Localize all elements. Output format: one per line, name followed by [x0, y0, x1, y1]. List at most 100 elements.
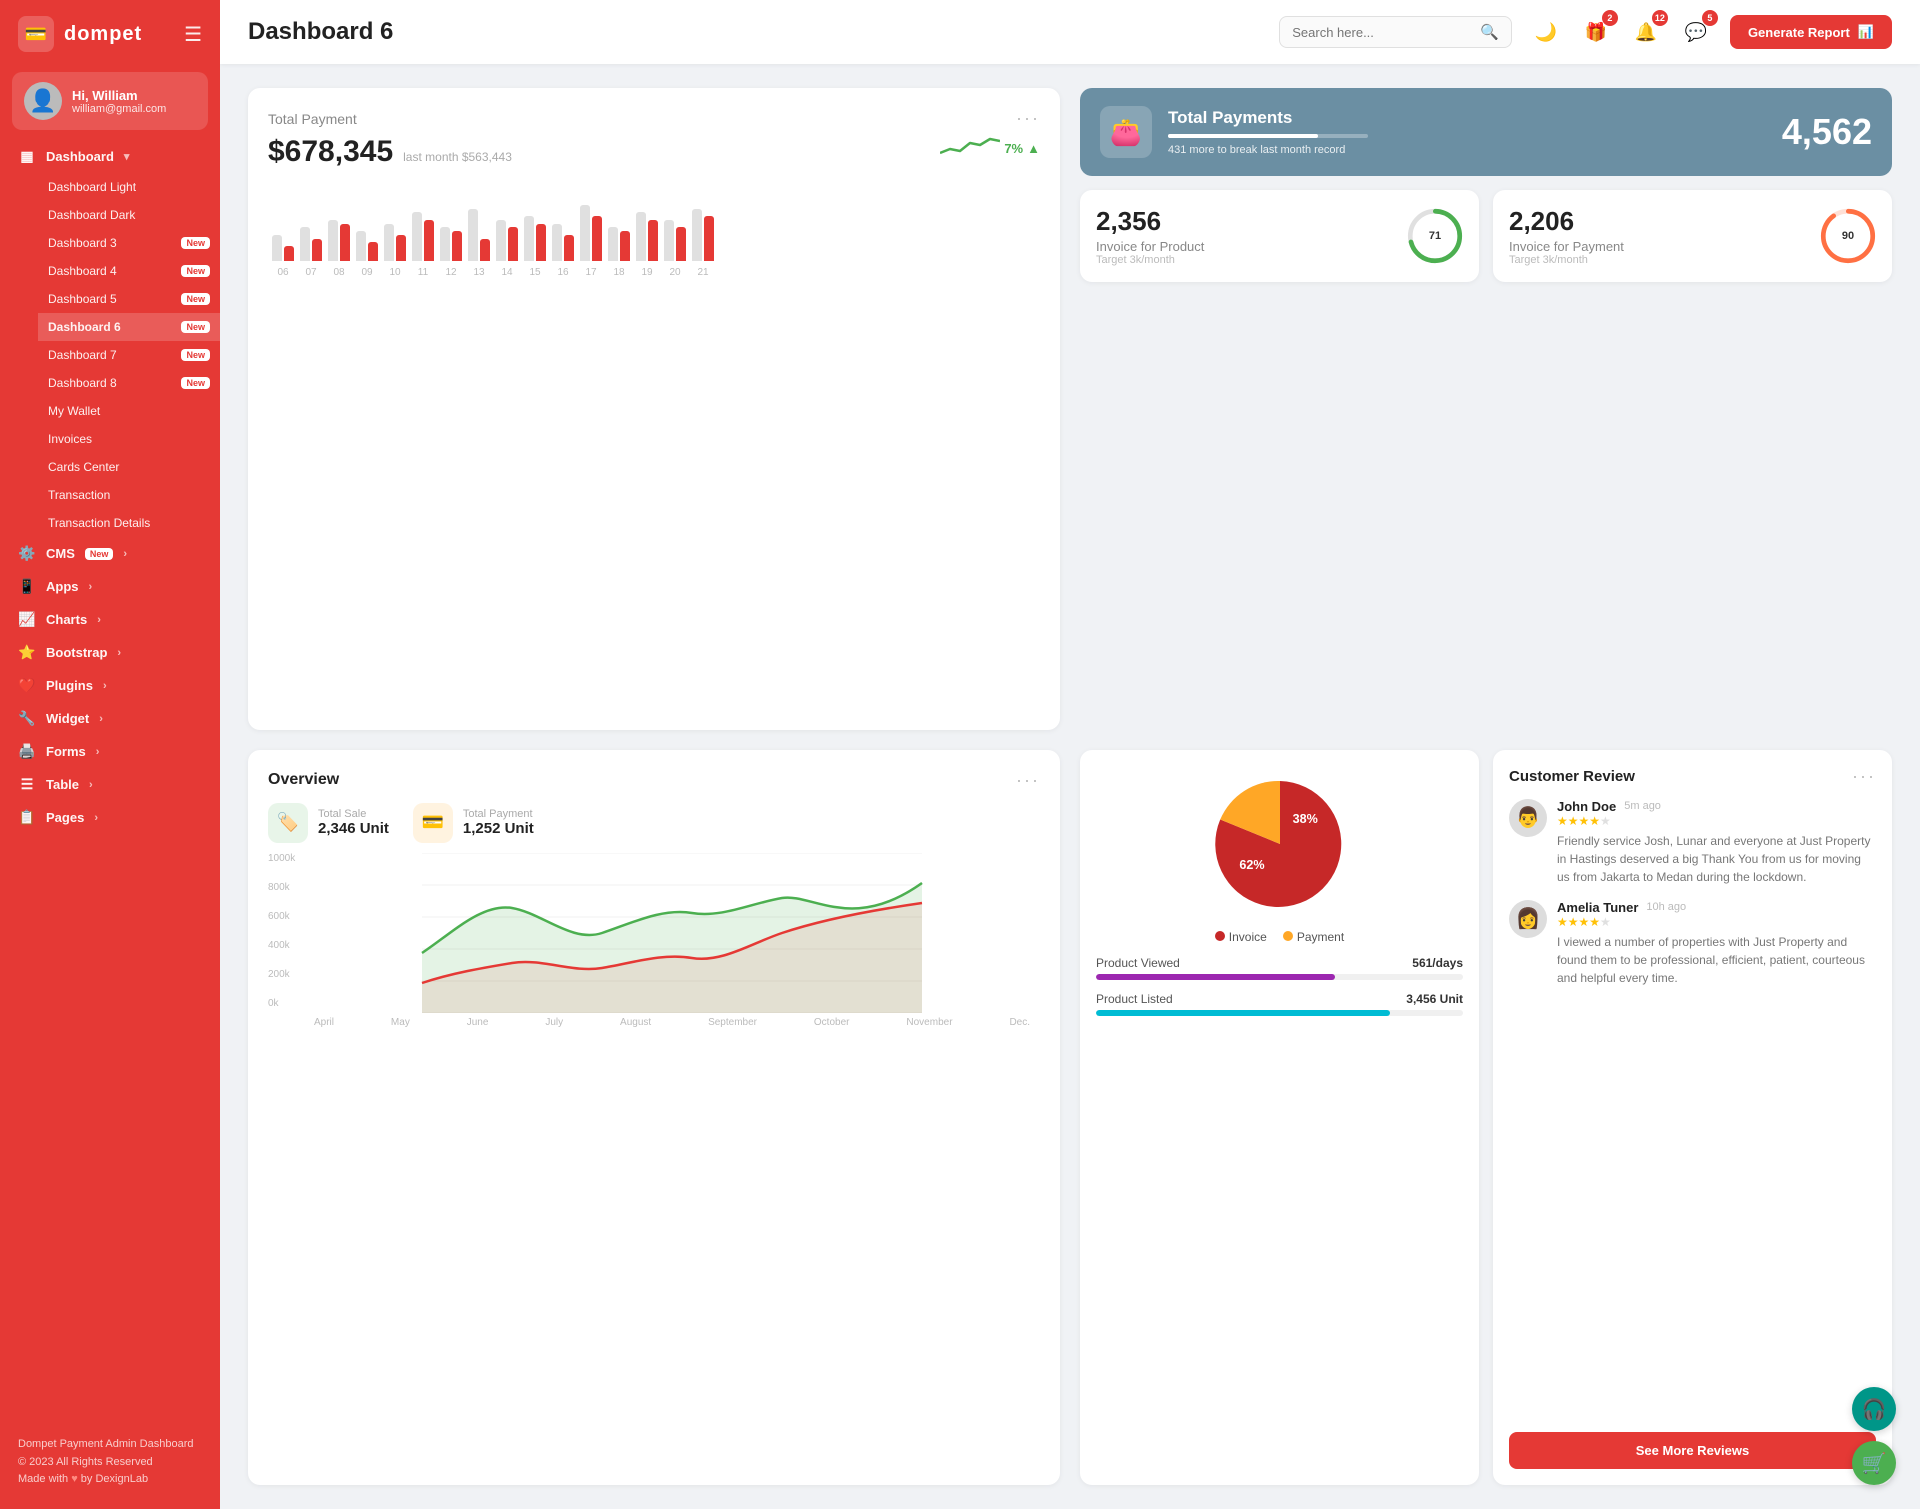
- card-header: Total Payment ···: [268, 108, 1040, 129]
- bar-gray: [440, 227, 450, 261]
- nav-bootstrap-group[interactable]: ⭐ Bootstrap ›: [0, 636, 220, 669]
- invoice-payment-number: 2,206: [1509, 206, 1624, 237]
- bar-group: [608, 227, 630, 261]
- bar-x-label: 07: [300, 267, 322, 278]
- bar-x-label: 15: [524, 267, 546, 278]
- bar-red: [284, 246, 294, 261]
- bar-group: [468, 209, 490, 262]
- bell-button[interactable]: 🔔 12: [1628, 14, 1664, 50]
- chat-button[interactable]: 💬 5: [1678, 14, 1714, 50]
- stat-pay-val: 1,252 Unit: [463, 820, 534, 837]
- nav-cms-group[interactable]: ⚙️ CMS New ›: [0, 537, 220, 570]
- nav-table-group[interactable]: ☰ Table ›: [0, 768, 220, 801]
- product-viewed-progress: [1096, 974, 1463, 980]
- main-content: Dashboard 6 🔍 🌙 🎁 2 🔔 12 💬 5 Generate R: [220, 0, 1920, 1509]
- nav-dashboard-group[interactable]: ▦ Dashboard ▾: [0, 140, 220, 173]
- moon-button[interactable]: 🌙: [1528, 14, 1564, 50]
- stat-pay-label: Total Payment: [463, 808, 534, 820]
- invoice-legend-dot: [1215, 931, 1225, 941]
- bar-red: [480, 239, 490, 262]
- review-menu-button[interactable]: ···: [1852, 766, 1876, 787]
- tp-info: Total Payments 431 more to break last mo…: [1168, 108, 1766, 156]
- new-badge: New: [85, 548, 114, 560]
- sidebar-item-my-wallet[interactable]: My Wallet: [38, 397, 220, 425]
- review-title-row: Customer Review ···: [1509, 766, 1876, 787]
- user-info: Hi, William william@gmail.com: [72, 88, 166, 115]
- bar-group: [440, 227, 462, 261]
- footer-copyright: © 2023 All Rights Reserved: [18, 1454, 202, 1472]
- bar-group: [412, 212, 434, 261]
- bar-labels: 06070809101112131415161718192021: [272, 267, 1036, 278]
- bar-group: [356, 231, 378, 261]
- nav-widget-group[interactable]: 🔧 Widget ›: [0, 702, 220, 735]
- nav-charts-group[interactable]: 📈 Charts ›: [0, 603, 220, 636]
- bar-red: [592, 216, 602, 261]
- reviewer-avatar-1: 👨: [1509, 799, 1547, 837]
- bar-red: [368, 242, 378, 261]
- dashboard-subnav: Dashboard Light Dashboard Dark Dashboard…: [0, 173, 220, 537]
- pie-chart-svg: 62% 38%: [1210, 774, 1350, 914]
- tp-sub: 431 more to break last month record: [1168, 144, 1766, 156]
- card-menu-button[interactable]: ···: [1016, 108, 1040, 129]
- bar-gray: [580, 205, 590, 261]
- dashboard-icon: ▦: [18, 148, 36, 165]
- see-more-reviews-button[interactable]: See More Reviews: [1509, 1432, 1876, 1469]
- nav-apps-group[interactable]: 📱 Apps ›: [0, 570, 220, 603]
- new-badge: New: [181, 293, 210, 305]
- nav-plugins-group[interactable]: ❤️ Plugins ›: [0, 669, 220, 702]
- payment-top: $678,345 last month $563,443 7% ▲: [268, 133, 1040, 169]
- total-payment-card: Total Payment ··· $678,345 last month $5…: [248, 88, 1060, 730]
- cart-float-button[interactable]: 🛒: [1852, 1441, 1896, 1485]
- reviewer-name-1: John Doe: [1557, 799, 1616, 814]
- sidebar-item-dashboard-3[interactable]: Dashboard 3 New: [38, 229, 220, 257]
- bottom-right-panel: 62% 38% Invoice Payment Product Viewed 5…: [1080, 750, 1892, 1486]
- sidebar-item-transaction[interactable]: Transaction: [38, 481, 220, 509]
- chevron-right-icon: ›: [123, 548, 127, 560]
- sidebar-item-transaction-details[interactable]: Transaction Details: [38, 509, 220, 537]
- generate-report-button[interactable]: Generate Report 📊: [1730, 15, 1892, 49]
- sidebar-item-dashboard-dark[interactable]: Dashboard Dark: [38, 201, 220, 229]
- sidebar-item-dashboard-4[interactable]: Dashboard 4 New: [38, 257, 220, 285]
- sidebar-item-invoices[interactable]: Invoices: [38, 425, 220, 453]
- sidebar-item-dashboard-5[interactable]: Dashboard 5 New: [38, 285, 220, 313]
- bar-red: [508, 227, 518, 261]
- stat-pay-info: Total Payment 1,252 Unit: [463, 808, 534, 837]
- nav-forms-group[interactable]: 🖨️ Forms ›: [0, 735, 220, 768]
- sidebar-item-dashboard-light[interactable]: Dashboard Light: [38, 173, 220, 201]
- tp-progress-bar: [1168, 134, 1368, 138]
- widget-icon: 🔧: [18, 710, 36, 727]
- sidebar-item-dashboard-6[interactable]: Dashboard 6 New: [38, 313, 220, 341]
- nav-pages-group[interactable]: 📋 Pages ›: [0, 801, 220, 834]
- content-area: Total Payment ··· $678,345 last month $5…: [220, 64, 1920, 1509]
- invoice-payment-target: Target 3k/month: [1509, 254, 1624, 266]
- new-badge: New: [181, 237, 210, 249]
- search-input[interactable]: [1292, 25, 1472, 40]
- bar-x-label: 17: [580, 267, 602, 278]
- invoice-product-card: 2,356 Invoice for Product Target 3k/mont…: [1080, 190, 1479, 282]
- chevron-right-icon: ›: [103, 680, 107, 692]
- apps-icon: 📱: [18, 578, 36, 595]
- chevron-right-icon: ›: [96, 746, 100, 758]
- overview-menu-button[interactable]: ···: [1016, 770, 1040, 791]
- sale-icon: 🏷️: [268, 803, 308, 843]
- sidebar-item-cards-center[interactable]: Cards Center: [38, 453, 220, 481]
- donut-payment-label: 90: [1842, 230, 1854, 242]
- right-top-panel: 👛 Total Payments 431 more to break last …: [1080, 88, 1892, 730]
- review-time-2: 10h ago: [1646, 901, 1686, 913]
- svg-text:62%: 62%: [1239, 858, 1264, 872]
- hamburger-icon[interactable]: ☰: [184, 22, 202, 47]
- user-block: 👤 Hi, William william@gmail.com: [12, 72, 208, 130]
- payment-change: 7% ▲: [940, 133, 1040, 164]
- wallet-icon: 👛: [1110, 117, 1142, 148]
- nav-section: ▦ Dashboard ▾ Dashboard Light Dashboard …: [0, 140, 220, 1424]
- bar-gray: [664, 220, 674, 261]
- bar-group: [552, 224, 574, 262]
- gift-button[interactable]: 🎁 2: [1578, 14, 1614, 50]
- sidebar-item-dashboard-7[interactable]: Dashboard 7 New: [38, 341, 220, 369]
- support-float-button[interactable]: 🎧: [1852, 1387, 1896, 1431]
- avatar: 👤: [24, 82, 62, 120]
- chevron-right-icon: ›: [99, 713, 103, 725]
- logo-icon: 💳: [18, 16, 54, 52]
- bar-red: [536, 224, 546, 262]
- sidebar-item-dashboard-8[interactable]: Dashboard 8 New: [38, 369, 220, 397]
